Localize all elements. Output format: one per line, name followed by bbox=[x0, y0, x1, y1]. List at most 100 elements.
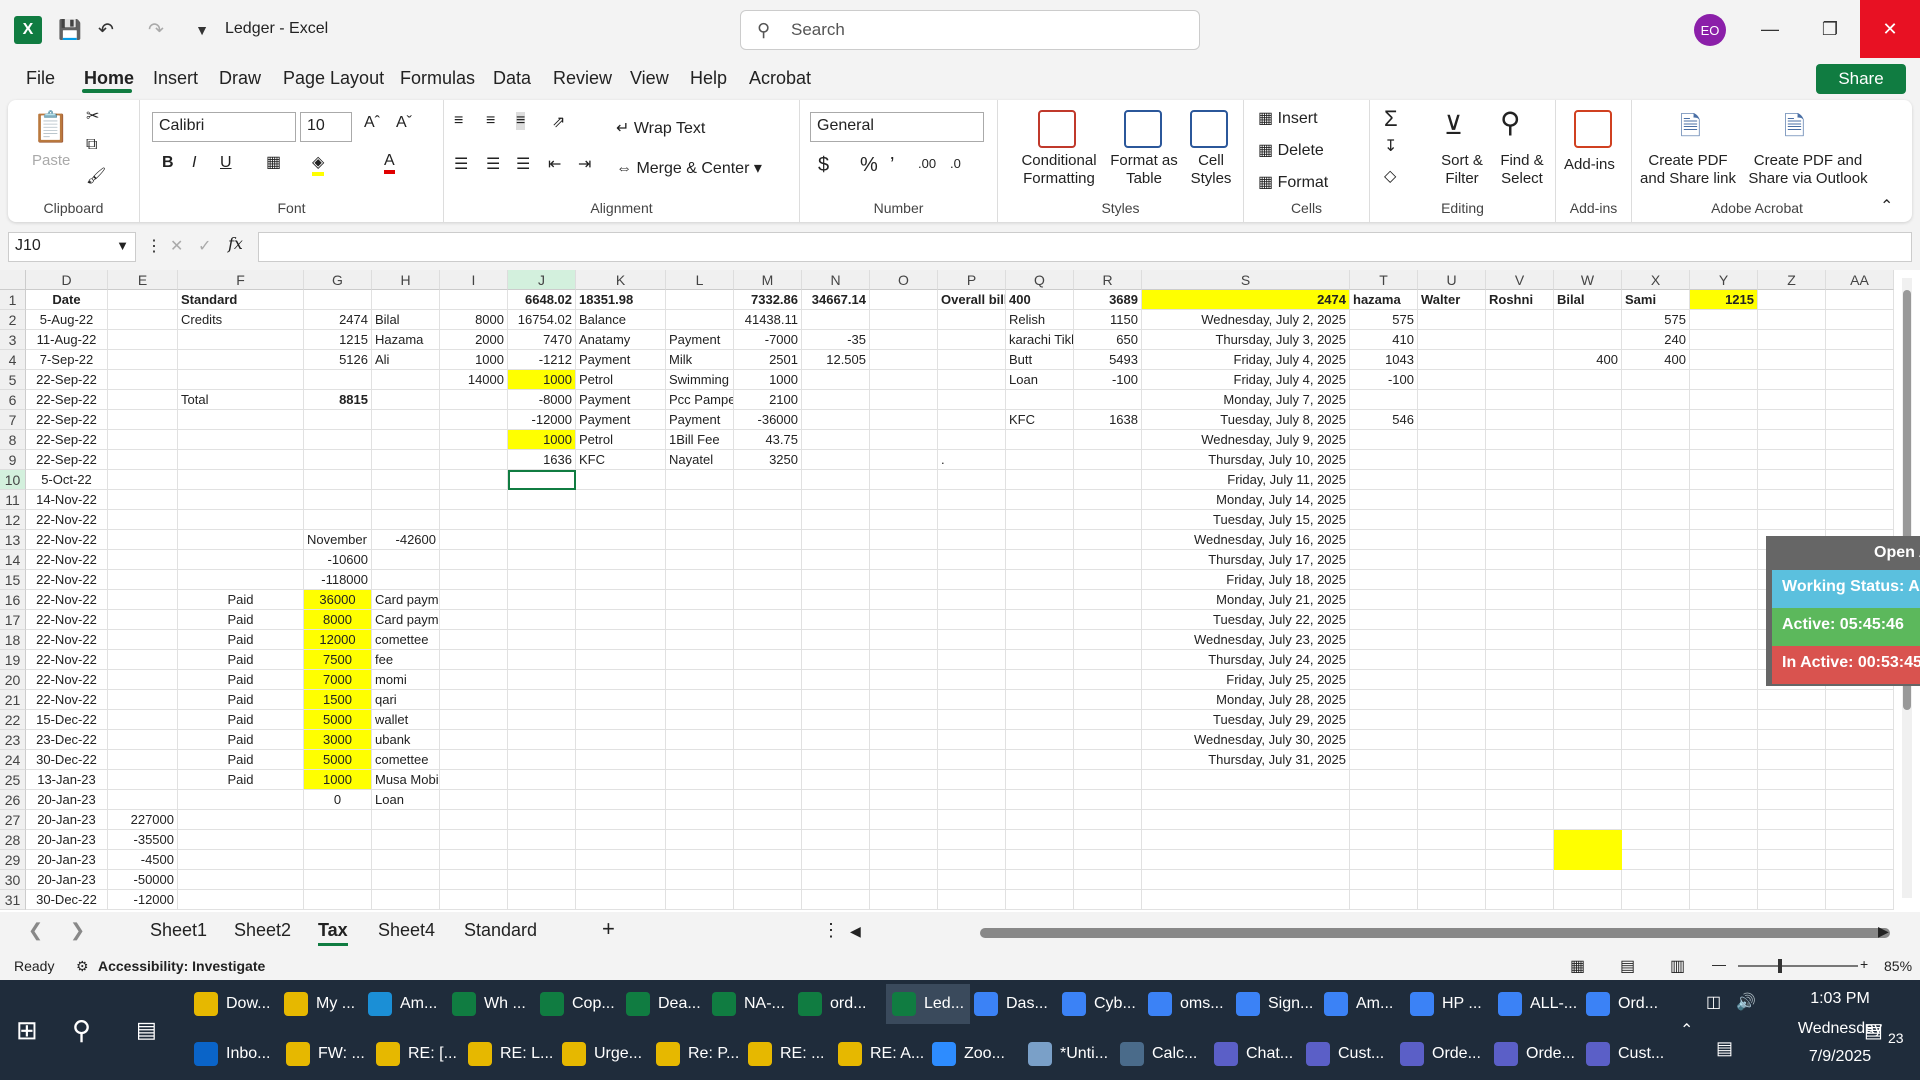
cell-X18[interactable] bbox=[1622, 630, 1690, 650]
cell-I9[interactable] bbox=[440, 450, 508, 470]
taskbar-app-5[interactable]: Dea... bbox=[626, 984, 701, 1024]
row-header[interactable]: 25 bbox=[0, 770, 26, 790]
cell-O31[interactable] bbox=[870, 890, 938, 910]
cell-Y6[interactable] bbox=[1690, 390, 1758, 410]
cell-U30[interactable] bbox=[1418, 870, 1486, 890]
cell-H15[interactable] bbox=[372, 570, 440, 590]
row-header[interactable]: 10 bbox=[0, 470, 26, 490]
cell-K9[interactable]: KFC bbox=[576, 450, 666, 470]
cell-R19[interactable] bbox=[1074, 650, 1142, 670]
zoom-slider-thumb[interactable] bbox=[1778, 959, 1782, 973]
cell-E16[interactable] bbox=[108, 590, 178, 610]
cell-Y23[interactable] bbox=[1690, 730, 1758, 750]
cell-T14[interactable] bbox=[1350, 550, 1418, 570]
cell-R4[interactable]: 5493 bbox=[1074, 350, 1142, 370]
cell-U23[interactable] bbox=[1418, 730, 1486, 750]
cell-H20[interactable]: momi bbox=[372, 670, 440, 690]
cell-L30[interactable] bbox=[666, 870, 734, 890]
cell-K31[interactable] bbox=[576, 890, 666, 910]
cell-T21[interactable] bbox=[1350, 690, 1418, 710]
cell-N2[interactable] bbox=[802, 310, 870, 330]
cell-R22[interactable] bbox=[1074, 710, 1142, 730]
cell-F20[interactable]: Paid bbox=[178, 670, 304, 690]
cell-E4[interactable] bbox=[108, 350, 178, 370]
cell-I29[interactable] bbox=[440, 850, 508, 870]
align-bottom-icon[interactable]: ≡ bbox=[516, 112, 526, 130]
cell-I31[interactable] bbox=[440, 890, 508, 910]
column-header[interactable]: S bbox=[1142, 270, 1350, 290]
cell-U3[interactable] bbox=[1418, 330, 1486, 350]
cell-R23[interactable] bbox=[1074, 730, 1142, 750]
cell-J20[interactable] bbox=[508, 670, 576, 690]
addins-icon[interactable] bbox=[1574, 110, 1612, 148]
cell-U29[interactable] bbox=[1418, 850, 1486, 870]
cell-Y26[interactable] bbox=[1690, 790, 1758, 810]
taskbar-app-row2-10[interactable]: Calc... bbox=[1120, 1034, 1197, 1074]
cell-I7[interactable] bbox=[440, 410, 508, 430]
column-header[interactable]: Y bbox=[1690, 270, 1758, 290]
sort-filter-button[interactable]: Sort & Filter bbox=[1432, 152, 1492, 188]
clock-time[interactable]: 1:03 PM bbox=[1780, 990, 1900, 1008]
cell-S2[interactable]: Wednesday, July 2, 2025 bbox=[1142, 310, 1350, 330]
cell-S22[interactable]: Tuesday, July 29, 2025 bbox=[1142, 710, 1350, 730]
cell-I14[interactable] bbox=[440, 550, 508, 570]
cell-M29[interactable] bbox=[734, 850, 802, 870]
column-header[interactable]: W bbox=[1554, 270, 1622, 290]
cell-W10[interactable] bbox=[1554, 470, 1622, 490]
cell-V13[interactable] bbox=[1486, 530, 1554, 550]
cell-F28[interactable] bbox=[178, 830, 304, 850]
cell-E21[interactable] bbox=[108, 690, 178, 710]
cell-V1[interactable]: Roshni bbox=[1486, 290, 1554, 310]
cell-X19[interactable] bbox=[1622, 650, 1690, 670]
network-icon[interactable]: ▤ bbox=[1716, 1028, 1733, 1068]
fill-color-icon[interactable]: ◈ bbox=[312, 152, 325, 176]
cell-P2[interactable] bbox=[938, 310, 1006, 330]
close-button[interactable]: ✕ bbox=[1860, 0, 1920, 58]
cell-O4[interactable] bbox=[870, 350, 938, 370]
taskbar-app-9[interactable]: Das... bbox=[974, 984, 1048, 1024]
cell-X16[interactable] bbox=[1622, 590, 1690, 610]
cell-G20[interactable]: 7000 bbox=[304, 670, 372, 690]
cell-V4[interactable] bbox=[1486, 350, 1554, 370]
cell-P11[interactable] bbox=[938, 490, 1006, 510]
redo-icon[interactable]: ↷ bbox=[142, 16, 170, 44]
cell-U5[interactable] bbox=[1418, 370, 1486, 390]
cell-R26[interactable] bbox=[1074, 790, 1142, 810]
notifications-icon[interactable]: ▤ bbox=[1864, 1010, 1883, 1050]
cell-R13[interactable] bbox=[1074, 530, 1142, 550]
cell-M23[interactable] bbox=[734, 730, 802, 750]
cell-F15[interactable] bbox=[178, 570, 304, 590]
cell-I21[interactable] bbox=[440, 690, 508, 710]
avatar[interactable]: EO bbox=[1694, 14, 1726, 46]
cell-S9[interactable]: Thursday, July 10, 2025 bbox=[1142, 450, 1350, 470]
column-header[interactable]: E bbox=[108, 270, 178, 290]
cell-R20[interactable] bbox=[1074, 670, 1142, 690]
cell-S20[interactable]: Friday, July 25, 2025 bbox=[1142, 670, 1350, 690]
cell-O29[interactable] bbox=[870, 850, 938, 870]
row-header[interactable]: 5 bbox=[0, 370, 26, 390]
cell-I23[interactable] bbox=[440, 730, 508, 750]
cell-J1[interactable]: 6648.02 bbox=[508, 290, 576, 310]
cell-N6[interactable] bbox=[802, 390, 870, 410]
format-cells-button[interactable]: ▦ Format bbox=[1258, 172, 1328, 192]
cell-Y27[interactable] bbox=[1690, 810, 1758, 830]
column-header[interactable]: Q bbox=[1006, 270, 1074, 290]
cell-K13[interactable] bbox=[576, 530, 666, 550]
cell-V26[interactable] bbox=[1486, 790, 1554, 810]
cell-O15[interactable] bbox=[870, 570, 938, 590]
cell-Q30[interactable] bbox=[1006, 870, 1074, 890]
italic-button[interactable]: I bbox=[192, 154, 196, 172]
align-center-icon[interactable]: ☰ bbox=[486, 154, 500, 174]
cell-O3[interactable] bbox=[870, 330, 938, 350]
cell-H4[interactable]: Ali bbox=[372, 350, 440, 370]
cell-J26[interactable] bbox=[508, 790, 576, 810]
cell-T13[interactable] bbox=[1350, 530, 1418, 550]
cell-P18[interactable] bbox=[938, 630, 1006, 650]
row-header[interactable]: 3 bbox=[0, 330, 26, 350]
cell-W26[interactable] bbox=[1554, 790, 1622, 810]
cell-S12[interactable]: Tuesday, July 15, 2025 bbox=[1142, 510, 1350, 530]
cell-Y18[interactable] bbox=[1690, 630, 1758, 650]
overlay-open-label[interactable]: Open A bbox=[1874, 544, 1920, 562]
taskbar-search-icon[interactable]: ⚲ bbox=[72, 1010, 91, 1050]
cell-H29[interactable] bbox=[372, 850, 440, 870]
